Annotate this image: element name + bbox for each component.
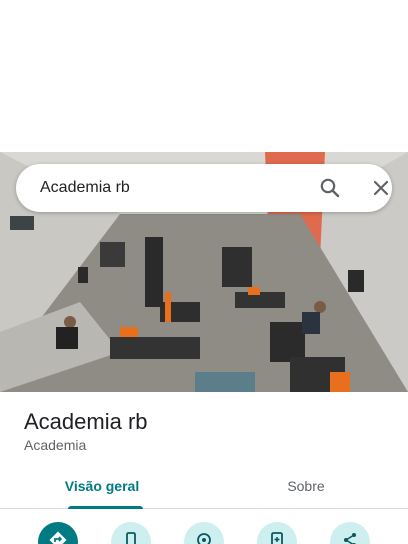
nearby-icon	[194, 530, 214, 544]
phone-icon	[121, 530, 141, 544]
tab-about[interactable]: Sobre	[204, 462, 408, 509]
close-icon[interactable]	[369, 176, 393, 200]
send-to-phone-button[interactable]	[257, 522, 297, 544]
action-row	[0, 522, 408, 544]
directions-icon	[48, 530, 68, 544]
tab-overview[interactable]: Visão geral	[0, 462, 204, 509]
save-to-phone-icon	[267, 530, 287, 544]
search-bar[interactable]: Academia rb	[16, 164, 392, 212]
nearby-button[interactable]	[184, 522, 224, 544]
search-icon[interactable]	[318, 176, 342, 200]
place-category[interactable]: Academia	[24, 437, 86, 453]
place-title: Academia rb	[24, 409, 148, 434]
tab-bar: Visão geral Sobre	[0, 462, 408, 509]
search-input[interactable]: Academia rb	[40, 179, 130, 197]
share-icon	[340, 530, 360, 544]
map-blank-area	[0, 0, 408, 152]
active-tab-indicator	[68, 506, 143, 509]
directions-button[interactable]	[38, 522, 78, 544]
share-button[interactable]	[330, 522, 370, 544]
call-button[interactable]	[111, 522, 151, 544]
